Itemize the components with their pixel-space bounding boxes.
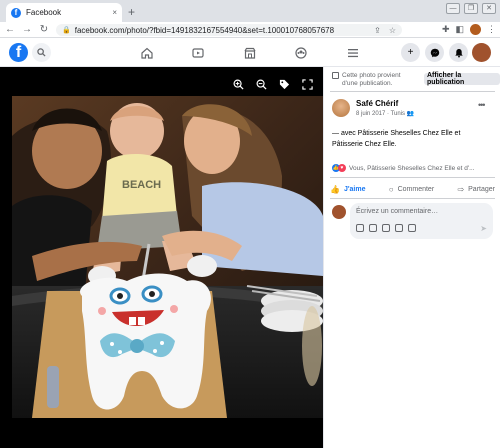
post-location[interactable]: Tunis <box>391 111 405 117</box>
commenter-avatar[interactable] <box>332 205 346 219</box>
minimize-button[interactable]: — <box>446 3 460 14</box>
maximize-button[interactable]: ❐ <box>464 3 478 14</box>
sticker-icon[interactable] <box>408 224 416 232</box>
comment-placeholder: Écrivez un commentaire… <box>356 208 439 215</box>
search-icon[interactable] <box>32 43 51 62</box>
browser-tab[interactable]: f Facebook × <box>6 3 122 22</box>
author-name[interactable]: Safé Chérif <box>356 99 398 108</box>
browser-toolbar: ← → ↻ 🔒 facebook.com/photo/?fbid=1491832… <box>0 22 500 38</box>
browser-tab-strip: f Facebook × + — ❐ ✕ <box>0 0 500 22</box>
show-post-button[interactable]: Afficher la publication <box>424 72 500 86</box>
plus-icon[interactable]: + <box>401 43 420 62</box>
like-button[interactable]: 👍 J'aime <box>330 182 365 196</box>
gif-icon[interactable] <box>395 224 403 232</box>
facebook-favicon-icon: f <box>11 7 21 18</box>
close-window-button[interactable]: ✕ <box>482 3 496 14</box>
marketplace-icon[interactable] <box>239 38 261 67</box>
post-origin-notice: Cette photo provient d'une publication. <box>332 72 417 88</box>
share-arrow-icon: ⇨ <box>457 184 465 194</box>
author-avatar[interactable] <box>332 99 350 117</box>
browser-menu-icon[interactable]: ⋮ <box>487 24 496 35</box>
audience-friends-icon: 👥 <box>406 111 415 117</box>
love-reaction-icon: ♥ <box>338 164 346 172</box>
notice-text: Cette photo provient d'une publication. <box>342 72 401 87</box>
facebook-header: f + <box>0 38 500 67</box>
svg-text:BEACH: BEACH <box>122 179 161 191</box>
post-date[interactable]: 8 juin 2017 <box>356 111 385 117</box>
info-icon <box>332 72 339 79</box>
messenger-icon[interactable] <box>425 43 444 62</box>
comment-button[interactable]: ○ Commenter <box>389 182 434 196</box>
menu-icon[interactable] <box>342 38 364 67</box>
reactions-summary[interactable]: 👍 ♥ Vous, Pâtisserie Sheselles Chez Elle… <box>332 164 475 172</box>
birthday-photo: BEACH <box>12 96 323 418</box>
facebook-logo-icon[interactable]: f <box>9 43 28 62</box>
bookmark-star-icon[interactable]: ☆ <box>389 26 396 35</box>
emoji-icon[interactable] <box>369 224 377 232</box>
url-text[interactable]: facebook.com/photo/?fbid=149183216755494… <box>75 26 374 35</box>
account-avatar[interactable] <box>472 43 491 62</box>
address-bar[interactable]: 🔒 facebook.com/photo/?fbid=1491832167554… <box>56 24 402 36</box>
lock-icon[interactable]: 🔒 <box>62 26 71 34</box>
avatar-sticker-icon[interactable] <box>356 224 364 232</box>
side-panel-icon[interactable]: ◧ <box>455 24 464 35</box>
profile-avatar[interactable] <box>470 24 481 35</box>
window-controls: — ❐ ✕ <box>446 3 496 14</box>
zoom-in-icon[interactable] <box>231 77 245 91</box>
post-meta: 8 juin 2017 · Tunis 👥 <box>356 111 415 117</box>
new-tab-button[interactable]: + <box>128 5 135 19</box>
forward-icon[interactable]: → <box>20 24 34 35</box>
divider <box>330 198 495 199</box>
comment-label: Commenter <box>397 185 435 193</box>
zoom-out-icon[interactable] <box>254 77 268 91</box>
reactions-text: Vous, Pâtisserie Sheselles Chez Elle et … <box>349 164 475 172</box>
post-actions: 👍 J'aime ○ Commenter ⇨ Partager <box>330 182 495 196</box>
tab-close-icon[interactable]: × <box>112 8 117 17</box>
share-label: Partager <box>468 185 495 193</box>
divider <box>330 91 495 92</box>
comment-input[interactable]: Écrivez un commentaire… ➤ <box>350 203 493 239</box>
reload-icon[interactable]: ↻ <box>37 24 51 35</box>
divider <box>330 177 495 178</box>
tab-title: Facebook <box>26 8 62 17</box>
back-icon[interactable]: ← <box>3 24 17 35</box>
like-label: J'aime <box>343 185 366 193</box>
fullscreen-icon[interactable] <box>300 77 314 91</box>
extensions-icon[interactable]: ✚ <box>442 24 450 35</box>
post-caption: — avec Pâtisserie Sheselles Chez Elle et… <box>332 130 461 148</box>
home-icon[interactable] <box>136 38 158 67</box>
watch-icon[interactable] <box>187 38 209 67</box>
comment-icon: ○ <box>388 184 394 194</box>
post-side-panel: Cette photo provient d'une publication. … <box>323 67 500 448</box>
notifications-icon[interactable] <box>449 43 468 62</box>
tag-icon[interactable] <box>277 77 291 91</box>
camera-icon[interactable] <box>382 224 390 232</box>
share-icon[interactable]: ⇪ <box>374 26 381 35</box>
thumbs-up-icon: 👍 <box>330 184 340 194</box>
send-icon[interactable]: ➤ <box>480 224 487 233</box>
share-button[interactable]: ⇨ Partager <box>457 182 495 196</box>
more-options-icon[interactable]: ••• <box>478 100 486 110</box>
groups-icon[interactable] <box>290 38 312 67</box>
